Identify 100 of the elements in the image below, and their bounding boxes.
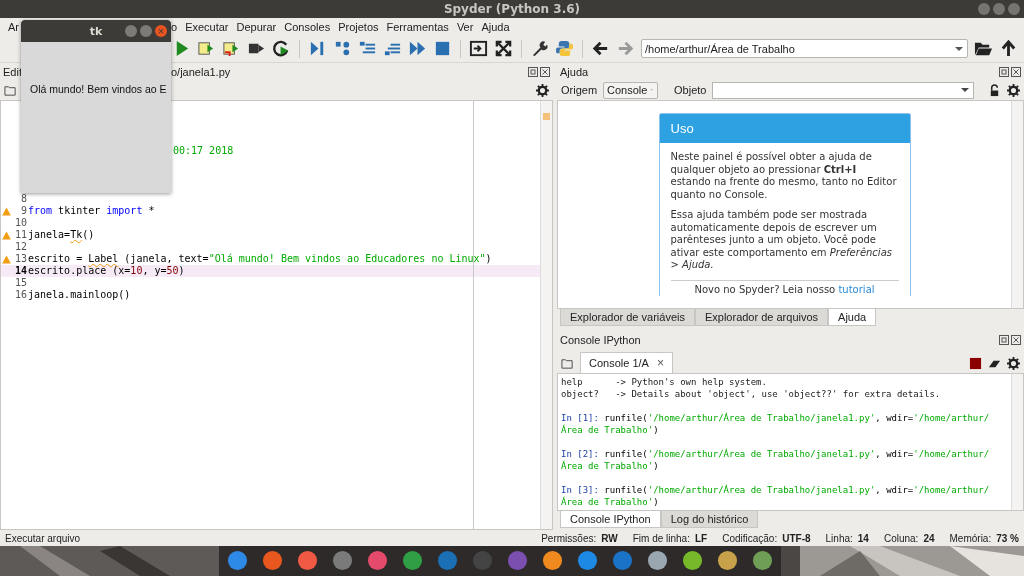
up-arrow-icon[interactable] (999, 39, 1018, 59)
label-text: Olá mundo! Bem vindos ao E (30, 83, 167, 95)
app-icon[interactable] (577, 550, 598, 572)
warning-marker (543, 113, 550, 121)
menu-item[interactable]: Depurar (232, 20, 281, 33)
source-label: Origem (561, 84, 598, 97)
menu-item[interactable]: Ajuda (477, 20, 514, 33)
window-title: tk (89, 24, 103, 38)
app-icon[interactable] (507, 550, 528, 572)
app-icon[interactable] (752, 550, 773, 572)
app-icon[interactable] (542, 550, 563, 572)
pane-title: Ajuda (560, 65, 589, 78)
undock-icon[interactable] (999, 66, 1009, 77)
status-label: Memória: (949, 532, 992, 544)
maximize-button[interactable] (993, 3, 1005, 15)
menu-item[interactable]: Projetos (334, 20, 383, 33)
wrench-icon[interactable] (530, 39, 549, 59)
close-icon[interactable] (540, 66, 550, 77)
code-line: escrito = Label (janela, text="Olá mundo! Bem vindos ao Educadores no Linux") (28, 253, 492, 266)
line-number: 8 (20, 193, 27, 205)
status-label: Coluna: (883, 532, 919, 544)
warning-icon (2, 230, 11, 240)
warning-icon (2, 206, 11, 216)
scrollbar[interactable] (1011, 374, 1023, 511)
maximize-button[interactable] (140, 25, 152, 37)
scrollbar[interactable] (1011, 101, 1023, 309)
menu-item[interactable]: Ver (452, 20, 478, 33)
object-label: Objeto (674, 84, 707, 97)
fullscreen-icon[interactable] (494, 39, 513, 59)
status-label: Linha: (825, 532, 853, 544)
code-editor[interactable]: 00:17 2018 8 9from tkinter import * 10 11janela=Tk() 12 13escrito = Label (janela, text="Olá mundo! Bem vindos ao Educadores no Linux") 14escrito.place (x=10, y=50) 15 16janela.mainloop() (0, 100, 553, 531)
console-line: Área de Trabalho') (561, 496, 660, 509)
run-cell-advance-icon[interactable] (222, 39, 241, 59)
scrollbar[interactable] (540, 101, 552, 530)
pane-tab[interactable]: Explorador de variáveis (560, 309, 695, 327)
line-number: 9 (20, 205, 27, 217)
console-line: In [1]: runfile('/home/arthur/Área de Trabalho/janela1.py', wdir='/home/arthur/ (561, 412, 991, 424)
undock-icon[interactable] (999, 334, 1009, 345)
file-path: o/janela1.py (170, 65, 231, 78)
console-line: Área de Trabalho') (561, 460, 660, 473)
menu-item[interactable]: o (167, 20, 182, 33)
close-icon[interactable] (1011, 66, 1021, 77)
pane-tab[interactable]: Console IPython (560, 511, 661, 529)
code-line: janela=Tk() (28, 229, 95, 242)
app-icon[interactable] (402, 550, 423, 572)
python-icon[interactable] (555, 39, 574, 59)
status-message: Executar arquivo (5, 532, 81, 544)
line-number: 12 (14, 241, 27, 253)
pane-tab[interactable]: Log do histórico (660, 511, 759, 529)
minimize-button[interactable] (978, 3, 990, 15)
lock-icon[interactable] (988, 83, 1001, 97)
app-icon[interactable] (227, 550, 248, 572)
menu-item[interactable]: Ferramentas (382, 20, 453, 33)
settings-icon[interactable] (536, 83, 549, 97)
line-number: 14 (14, 265, 27, 277)
status-value: LF (694, 532, 708, 544)
pane-title: Edit (3, 65, 22, 78)
help-paragraph: Essa ajuda também pode ser mostrada automaticamente depois de escrever um parênteses junto a um objeto. Você pode ativar este comportamento em Preferências > Ajuda. (670, 209, 893, 272)
line-number: 15 (14, 277, 27, 289)
console-tab[interactable]: Console 1/A × (580, 352, 673, 374)
app-icon[interactable] (612, 550, 633, 572)
app-icon[interactable] (367, 550, 388, 572)
status-value: 14 (857, 532, 869, 544)
object-field[interactable] (712, 81, 974, 99)
settings-icon[interactable] (1007, 83, 1020, 97)
close-button[interactable] (1008, 3, 1020, 15)
footer-text: Novo no Spyder? Leia nosso (694, 283, 836, 295)
source-dropdown[interactable]: Console (603, 81, 659, 99)
menu-item[interactable]: Ar (4, 20, 23, 33)
undock-icon[interactable] (528, 66, 538, 77)
card-title: Uso (659, 114, 910, 144)
close-icon[interactable] (1011, 334, 1021, 345)
caret-icon (961, 88, 969, 93)
app-icon[interactable] (682, 550, 703, 572)
path-field[interactable]: /home/arthur/Área de Trabalho (641, 39, 968, 59)
tab-close-button[interactable]: × (656, 356, 664, 371)
caret-icon (955, 46, 963, 51)
maximize-pane-icon[interactable] (469, 39, 488, 59)
app-icon[interactable] (437, 550, 458, 572)
pane-tab[interactable]: Ajuda (828, 309, 877, 327)
settings-icon[interactable] (1007, 357, 1020, 371)
menu-item[interactable]: Consoles (280, 20, 335, 33)
stop-icon[interactable] (969, 357, 982, 371)
pane-title: Console IPython (560, 333, 641, 346)
window-title: Spyder (Python 3.6) (443, 1, 581, 16)
minimize-button[interactable] (125, 25, 137, 37)
console-line: Área de Trabalho') (561, 424, 660, 437)
tutorial-link[interactable]: tutorial (838, 283, 875, 295)
app-icon[interactable] (262, 550, 283, 572)
rerun-icon[interactable] (272, 39, 291, 59)
app-icon[interactable] (717, 550, 738, 572)
status-value: RW (601, 532, 618, 544)
console-line: In [2]: runfile('/home/arthur/Área de Trabalho/janela1.py', wdir='/home/arthur/ (561, 448, 991, 460)
console-line: help -> Python's own help system. (561, 376, 768, 389)
menu-item[interactable]: Executar (181, 20, 233, 33)
app-icon[interactable] (647, 550, 668, 572)
status-label: Permissões: (541, 532, 597, 544)
pane-tab[interactable]: Explorador de arquivos (694, 309, 829, 327)
app-icon[interactable] (332, 550, 353, 572)
app-icon[interactable] (297, 550, 318, 572)
